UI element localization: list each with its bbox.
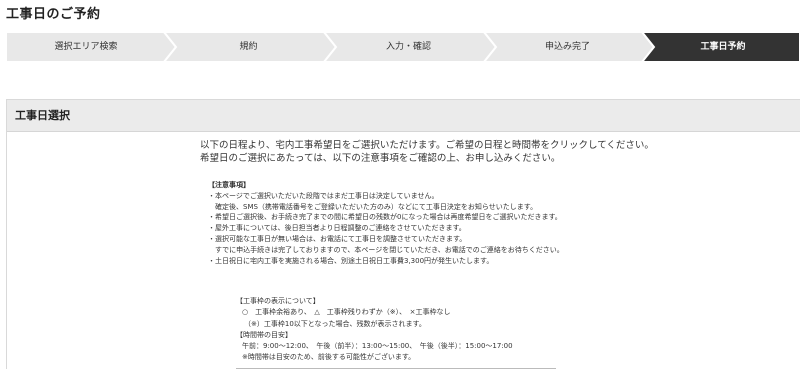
- legend-box: 【工事枠の表示について】 ○ 工事枠余裕あり、 △ 工事枠残りわずか（※）、 ×…: [236, 296, 556, 369]
- notice-title: 【注意事項】: [208, 181, 250, 189]
- notice-line: ・希望日ご選択後、お手続き完了までの間に希望日の残数が0になった場合は再度希望日…: [208, 213, 562, 222]
- notice-line: ・土日祝日に宅内工事を実施される場合、別途土日祝日工事費3,300円が発生いたし…: [208, 256, 494, 265]
- legend-note: （※）工事枠10以下となった場合、残数が表示されます。: [244, 319, 426, 328]
- step-input-confirm: 入力・確認: [385, 42, 431, 52]
- legend-symbols: ○ 工事枠余裕あり、 △ 工事枠残りわずか（※）、 ×工事枠なし: [242, 308, 451, 317]
- page-title: 工事日のご予約: [6, 7, 101, 22]
- time-slots: 午前：9:00～12:00、 午後（前半）：13:00～15:00、 午後（後半…: [242, 342, 513, 351]
- notice-line: ・本ページでご選択いただいた段階ではまだ工事日は決定していません。: [208, 191, 439, 200]
- notice-line: すでに申込手続きは完了しておりますので、本ページを閉じていただき、お電話でのご連…: [215, 245, 564, 254]
- progress-steps: 選択エリア検索 規約 入力・確認 申込み完了 工事日予約: [6, 32, 800, 62]
- step-area-search: 選択エリア検索: [54, 42, 118, 52]
- notice-line: 確定後、SMS（携帯電話番号をご登録いただいた方のみ）などにて工事日決定をお知ら…: [215, 202, 538, 211]
- intro-line: 以下の日程より、宅内工事希望日をご選択いただけます。ご希望の日程と時間帯をクリッ…: [200, 140, 654, 151]
- legend-title: 【工事枠の表示について】: [236, 297, 320, 305]
- step-terms: 規約: [239, 42, 258, 52]
- step-complete: 申込み完了: [544, 42, 590, 52]
- notice-line: ・屋外工事については、後日担当者より日程調整のご連絡をさせていただきます。: [208, 224, 466, 233]
- notice-line: ・選択可能な工事日が無い場合は、お電話にて工事日を調整させていただきます。: [208, 234, 467, 243]
- panel-title: 工事日選択: [7, 100, 800, 132]
- notice-box: 【注意事項】 ・本ページでご選択いただいた段階ではまだ工事日は決定していません。…: [208, 180, 564, 266]
- intro-text: 以下の日程より、宅内工事希望日をご選択いただけます。ご希望の日程と時間帯をクリッ…: [200, 139, 654, 165]
- time-note: ※時間帯は目安のため、前後する可能性がございます。: [242, 353, 416, 362]
- intro-line: 希望日のご選択にあたっては、以下の注意事項をご確認の上、お申し込みください。: [200, 153, 561, 164]
- time-title: 【時間帯の目安】: [236, 330, 292, 339]
- step-date-reservation: 工事日予約: [700, 42, 746, 52]
